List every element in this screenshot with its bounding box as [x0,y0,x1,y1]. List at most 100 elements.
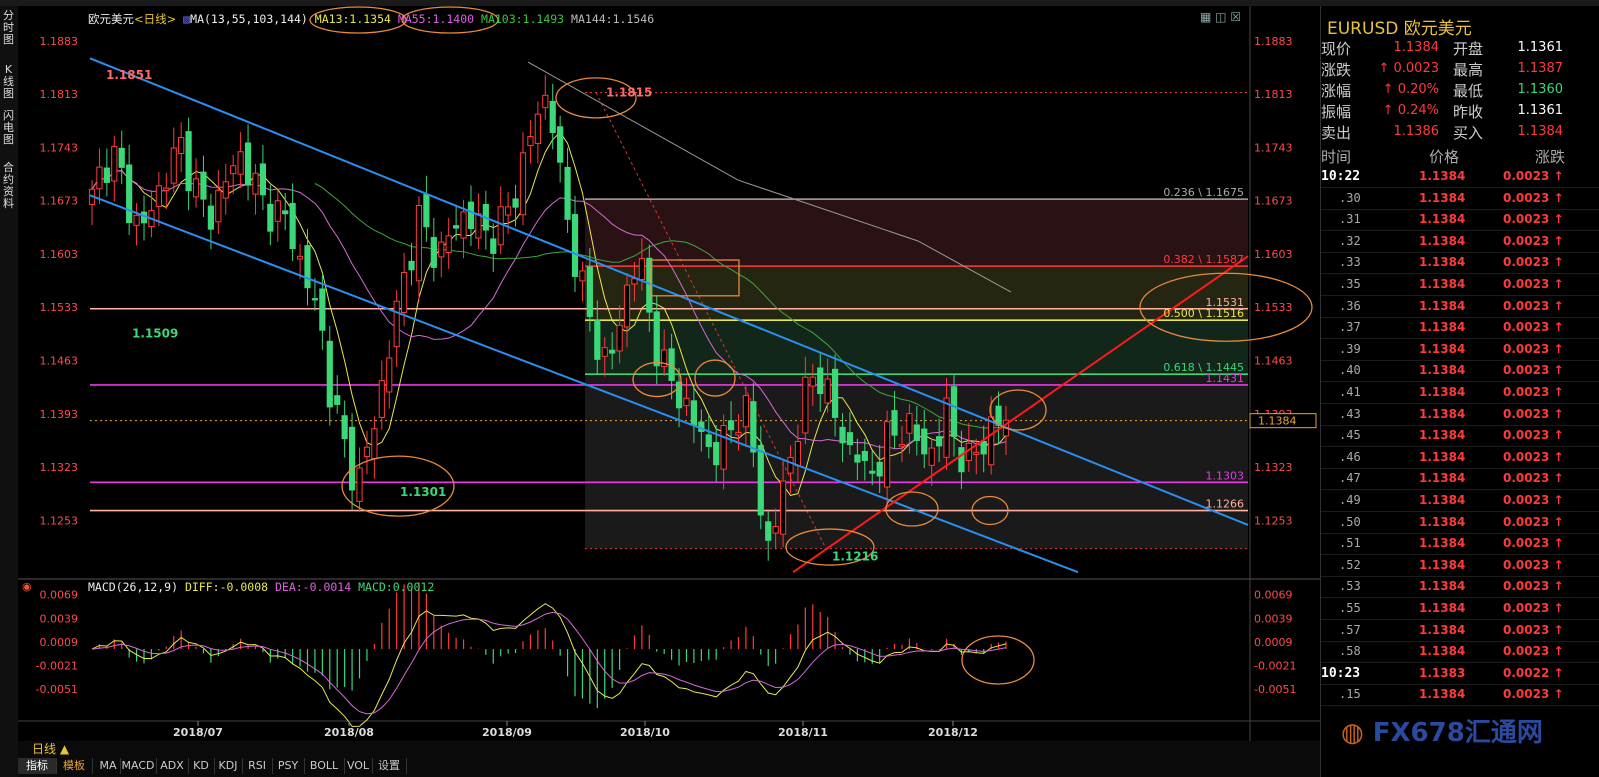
candle-body [415,205,423,282]
tick-row[interactable]: .55 1.1384 0.0023 ↑ [1321,598,1599,620]
indicator-button[interactable]: BOLL [304,758,345,774]
symbol-label: 欧元美元 [88,12,134,26]
indicator-button[interactable]: MA [96,758,121,774]
tick-time: .15 [1339,687,1361,702]
indicator-button[interactable]: ADX [156,758,189,774]
tick-row[interactable]: .46 1.1384 0.0023 ↑ [1321,447,1599,469]
candle-body [222,181,229,199]
tick-row[interactable]: .39 1.1384 0.0023 ↑ [1321,339,1599,361]
quote-label: 最高 [1453,61,1484,79]
candle-body [252,172,259,195]
chart-close-icon[interactable]: ☒ [1230,10,1241,24]
tab-kline[interactable]: K线图 [0,64,17,100]
candle-body [549,100,556,133]
period-selector[interactable]: 日线 ▲ [32,741,69,757]
macd-label: MACD(26,12,9) [88,580,179,594]
quote-label: 最低 [1453,82,1484,100]
y-tick-left: 1.1393 [40,408,79,421]
candle-body [713,442,720,466]
y-tick-left: 1.1883 [40,35,79,48]
tick-row[interactable]: 10:23 1.1383 0.0022 ↑ [1321,663,1599,685]
macd-value: MACD:0.0012 [358,580,435,594]
tick-row[interactable]: .37 1.1384 0.0023 ↑ [1321,317,1599,340]
candle-body [386,357,393,393]
tick-change: 0.0023 ↑ [1503,255,1564,270]
tick-time: .53 [1339,579,1361,594]
tick-row[interactable]: .45 1.1384 0.0023 ↑ [1321,425,1599,448]
y-tick-left: 1.1463 [40,355,79,368]
tick-change: 0.0023 ↑ [1503,601,1564,615]
tick-price: 1.1384 [1419,579,1466,594]
macd-y-tick-right: -0.0051 [1254,683,1296,696]
candle-body [178,137,185,154]
indicator-button[interactable]: KDJ [214,758,243,774]
candle-body [356,467,363,502]
candle-body [564,166,571,220]
chart-area[interactable]: 1.1883 1.1883 1.1813 1.1813 1.1743 1.1743 1.16… [18,6,1320,741]
macd-y-tick-left: 0.0009 [40,636,79,649]
candle-body [467,201,475,229]
tick-change: 0.0023 ↑ [1503,190,1564,205]
tick-time: .43 [1339,406,1361,421]
tick-row[interactable]: .41 1.1384 0.0023 ↑ [1321,382,1599,404]
tick-row[interactable]: .47 1.1384 0.0023 ↑ [1321,468,1599,491]
tab-contract-info[interactable]: 合约资料 [0,162,17,210]
tick-row[interactable]: .36 1.1384 0.0023 ↑ [1321,296,1599,318]
tick-change: 0.0023 ↑ [1503,385,1564,399]
indicator-button[interactable]: MACD [120,758,157,774]
tick-row[interactable]: .40 1.1384 0.0023 ↑ [1321,360,1599,383]
tick-row[interactable]: .58 1.1384 0.0023 ↑ [1321,641,1599,664]
candle-body [631,278,638,285]
chart-grid-icon[interactable]: ▦ [1200,10,1211,24]
candle-body [802,376,809,434]
tick-row[interactable]: .30 1.1384 0.0023 ↑ [1321,188,1599,210]
tick-price: 1.1384 [1419,471,1466,486]
tick-price: 1.1384 [1419,644,1466,659]
candle-body [928,447,935,466]
tick-time: .50 [1339,514,1361,529]
indicator-button[interactable]: 设置 [372,758,407,774]
tab-indicators[interactable]: 指标 [18,758,57,774]
tick-row[interactable]: 10:22 1.1384 0.0023 ↑ [1321,166,1599,188]
tick-row[interactable]: .53 1.1384 0.0023 ↑ [1321,576,1599,599]
tick-time: .58 [1339,644,1361,659]
candle-body [757,445,764,516]
candle-body [118,147,125,168]
price-level-label: 0.382 \ 1.1587 [1163,253,1244,266]
tab-templates[interactable]: 模板 [56,758,93,774]
tick-price: 1.1384 [1419,363,1466,378]
tick-change: 0.0023 ↑ [1503,277,1564,291]
x-tick-label: 2018/08 [324,726,374,739]
tick-row[interactable]: .15 1.1384 0.0023 ↑ [1321,684,1599,707]
tick-price: 1.1384 [1419,406,1466,421]
chart-split-icon[interactable]: ◫ [1215,10,1226,24]
tab-time-sharing[interactable]: 分时图 [0,10,17,46]
tick-row[interactable]: .50 1.1384 0.0023 ↑ [1321,512,1599,534]
indicator-button[interactable]: VOL [344,758,373,774]
tick-change: 0.0023 ↑ [1503,579,1564,594]
candle-body [505,206,512,216]
indicator-button[interactable]: KD [188,758,215,774]
tick-row[interactable]: .43 1.1384 0.0023 ↑ [1321,404,1599,426]
candle-body [609,349,616,354]
tick-price: 1.1384 [1419,622,1466,637]
tick-change: 0.0023 ↑ [1503,471,1564,486]
tick-time: .30 [1339,190,1361,205]
tick-row[interactable]: .33 1.1384 0.0023 ↑ [1321,252,1599,275]
tick-row[interactable]: .52 1.1384 0.0023 ↑ [1321,555,1599,577]
candle-body [282,210,289,215]
indicator-button[interactable]: PSY [272,758,305,774]
tick-row[interactable]: .49 1.1384 0.0023 ↑ [1321,490,1599,512]
macd-settings-icon[interactable]: ◉ [22,580,32,593]
tick-row[interactable]: .35 1.1384 0.0023 ↑ [1321,274,1599,296]
tick-row[interactable]: .31 1.1384 0.0023 ↑ [1321,209,1599,232]
macd-header: MACD(26,12,9) DIFF:-0.0008 DEA:-0.0014 M… [88,580,434,594]
indicator-button[interactable]: RSI [242,758,273,774]
tick-row[interactable]: .57 1.1384 0.0023 ↑ [1321,620,1599,642]
tick-time: .46 [1339,449,1361,464]
tick-row[interactable]: .32 1.1384 0.0023 ↑ [1321,231,1599,253]
tab-flash-chart[interactable]: 闪电图 [0,110,17,146]
tick-time: .55 [1339,601,1361,615]
candle-body [913,424,920,441]
tick-row[interactable]: .51 1.1384 0.0023 ↑ [1321,533,1599,556]
